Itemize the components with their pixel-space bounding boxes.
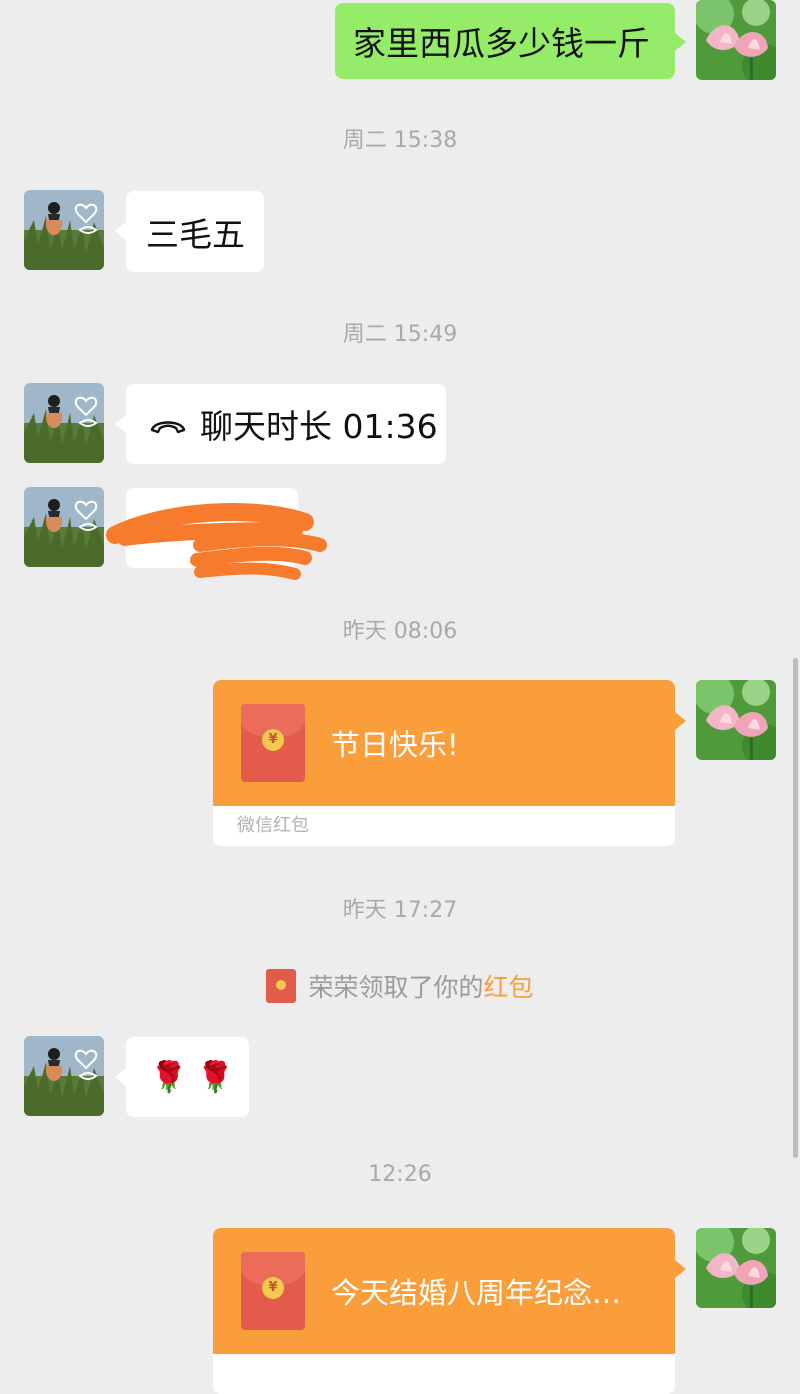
message-text: 家里西瓜多少钱一斤 <box>353 24 650 63</box>
red-packet-link[interactable]: 红包 <box>484 968 534 1004</box>
call-duration-text: 聊天时长 01:36 <box>200 407 438 446</box>
timestamp: 周二 15:38 <box>342 128 458 153</box>
my-avatar[interactable] <box>696 1228 776 1308</box>
call-record-bubble[interactable]: 聊天时长 01:36 <box>126 384 446 464</box>
red-envelope-icon: ¥ <box>241 1252 305 1330</box>
timestamp: 昨天 08:06 <box>342 619 458 644</box>
bubble-tail <box>675 1260 686 1278</box>
contact-avatar[interactable] <box>24 1036 104 1116</box>
received-message-bubble[interactable]: 三毛五 <box>126 191 264 272</box>
red-packet-mini-icon <box>266 969 297 1003</box>
bubble-tail <box>675 33 686 51</box>
my-avatar[interactable] <box>696 0 776 80</box>
timestamp: 12:26 <box>368 1162 432 1187</box>
contact-avatar[interactable] <box>24 190 104 270</box>
red-packet-title: 节日快乐! <box>331 728 459 762</box>
rose-emoji: 🌹 🌹 <box>150 1059 235 1095</box>
bubble-tail <box>115 415 126 433</box>
bubble-tail <box>115 1068 126 1086</box>
my-avatar[interactable] <box>696 680 776 760</box>
redaction-scribble <box>105 500 335 594</box>
red-packet-card[interactable]: ¥ 节日快乐! 微信红包 <box>213 680 675 846</box>
received-message-bubble[interactable]: 🌹 🌹 <box>126 1037 249 1117</box>
message-text: 三毛五 <box>146 214 245 254</box>
sent-message-bubble[interactable]: 家里西瓜多少钱一斤 <box>335 3 675 79</box>
contact-avatar[interactable] <box>24 383 104 463</box>
red-packet-card[interactable]: ¥ 今天结婚八周年纪念… <box>213 1228 675 1394</box>
timestamp: 昨天 17:27 <box>342 898 458 923</box>
phone-hangup-icon <box>148 409 188 439</box>
red-packet-label: 微信红包 <box>237 815 309 836</box>
scrollbar[interactable] <box>793 658 798 1158</box>
red-packet-title: 今天结婚八周年纪念… <box>331 1276 622 1310</box>
bubble-tail <box>675 712 686 730</box>
timestamp: 周二 15:49 <box>342 322 458 347</box>
bubble-tail <box>115 222 126 240</box>
contact-avatar[interactable] <box>24 487 104 567</box>
system-notice: 荣荣领取了你的 红包 <box>0 968 800 1004</box>
system-notice-text: 荣荣领取了你的 <box>308 973 484 1002</box>
red-envelope-icon: ¥ <box>241 704 305 782</box>
